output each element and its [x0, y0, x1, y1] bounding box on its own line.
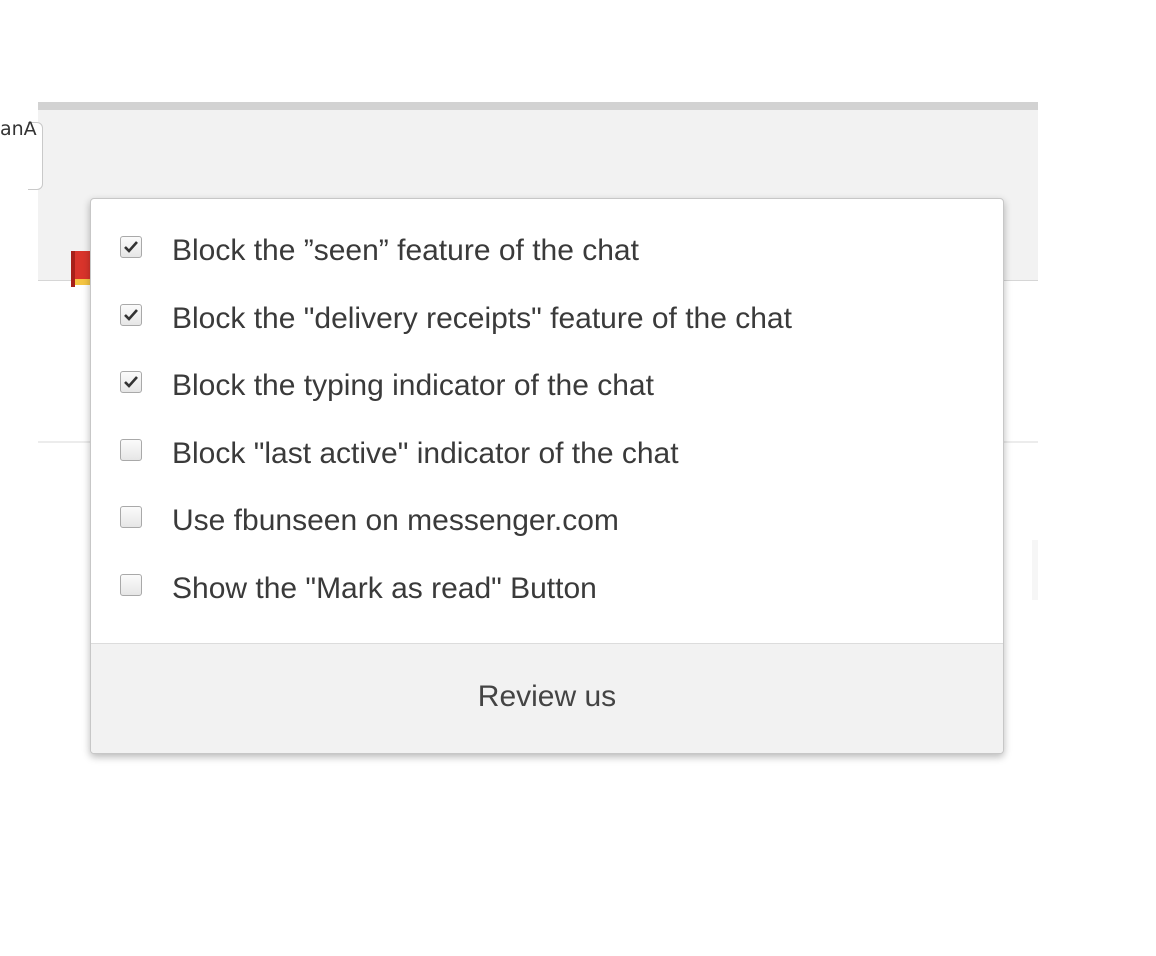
option-block-seen[interactable]: Block the ”seen” feature of the chat — [91, 221, 1003, 289]
popup-footer: Review us — [91, 643, 1003, 753]
browser-window: PHP OFF — [0, 0, 1156, 956]
option-label: Block the typing indicator of the chat — [172, 369, 654, 402]
options-list: Block the ”seen” feature of the chat Blo… — [91, 199, 1003, 626]
option-label: Use fbunseen on messenger.com — [172, 504, 619, 537]
checkbox[interactable] — [120, 371, 142, 393]
option-block-last-active[interactable]: Block "last active" indicator of the cha… — [91, 424, 1003, 492]
option-block-typing-indicator[interactable]: Block the typing indicator of the chat — [91, 356, 1003, 424]
option-block-delivery-receipts[interactable]: Block the "delivery receipts" feature of… — [91, 289, 1003, 357]
checkbox[interactable] — [120, 506, 142, 528]
option-label: Show the "Mark as read" Button — [172, 571, 597, 605]
option-show-mark-as-read[interactable]: Show the "Mark as read" Button — [91, 559, 1003, 627]
checkbox[interactable] — [120, 303, 142, 326]
option-label: Block the "delivery receipts" feature of… — [172, 301, 792, 335]
checkbox[interactable] — [120, 236, 142, 258]
review-us-link[interactable]: Review us — [478, 680, 616, 714]
check-icon — [124, 241, 138, 253]
checkbox[interactable] — [120, 573, 142, 596]
window-border — [38, 102, 1038, 110]
bookmark-item[interactable]: anA — [0, 118, 37, 140]
option-label: Block the ”seen” feature of the chat — [172, 234, 639, 267]
option-label: Block "last active" indicator of the cha… — [172, 436, 679, 470]
page-scroll-edge — [1032, 540, 1038, 600]
checkbox[interactable] — [120, 438, 142, 461]
option-use-on-messenger[interactable]: Use fbunseen on messenger.com — [91, 491, 1003, 559]
extension-popup: Block the ”seen” feature of the chat Blo… — [90, 198, 1004, 754]
check-icon — [124, 376, 138, 388]
check-icon — [124, 308, 138, 321]
